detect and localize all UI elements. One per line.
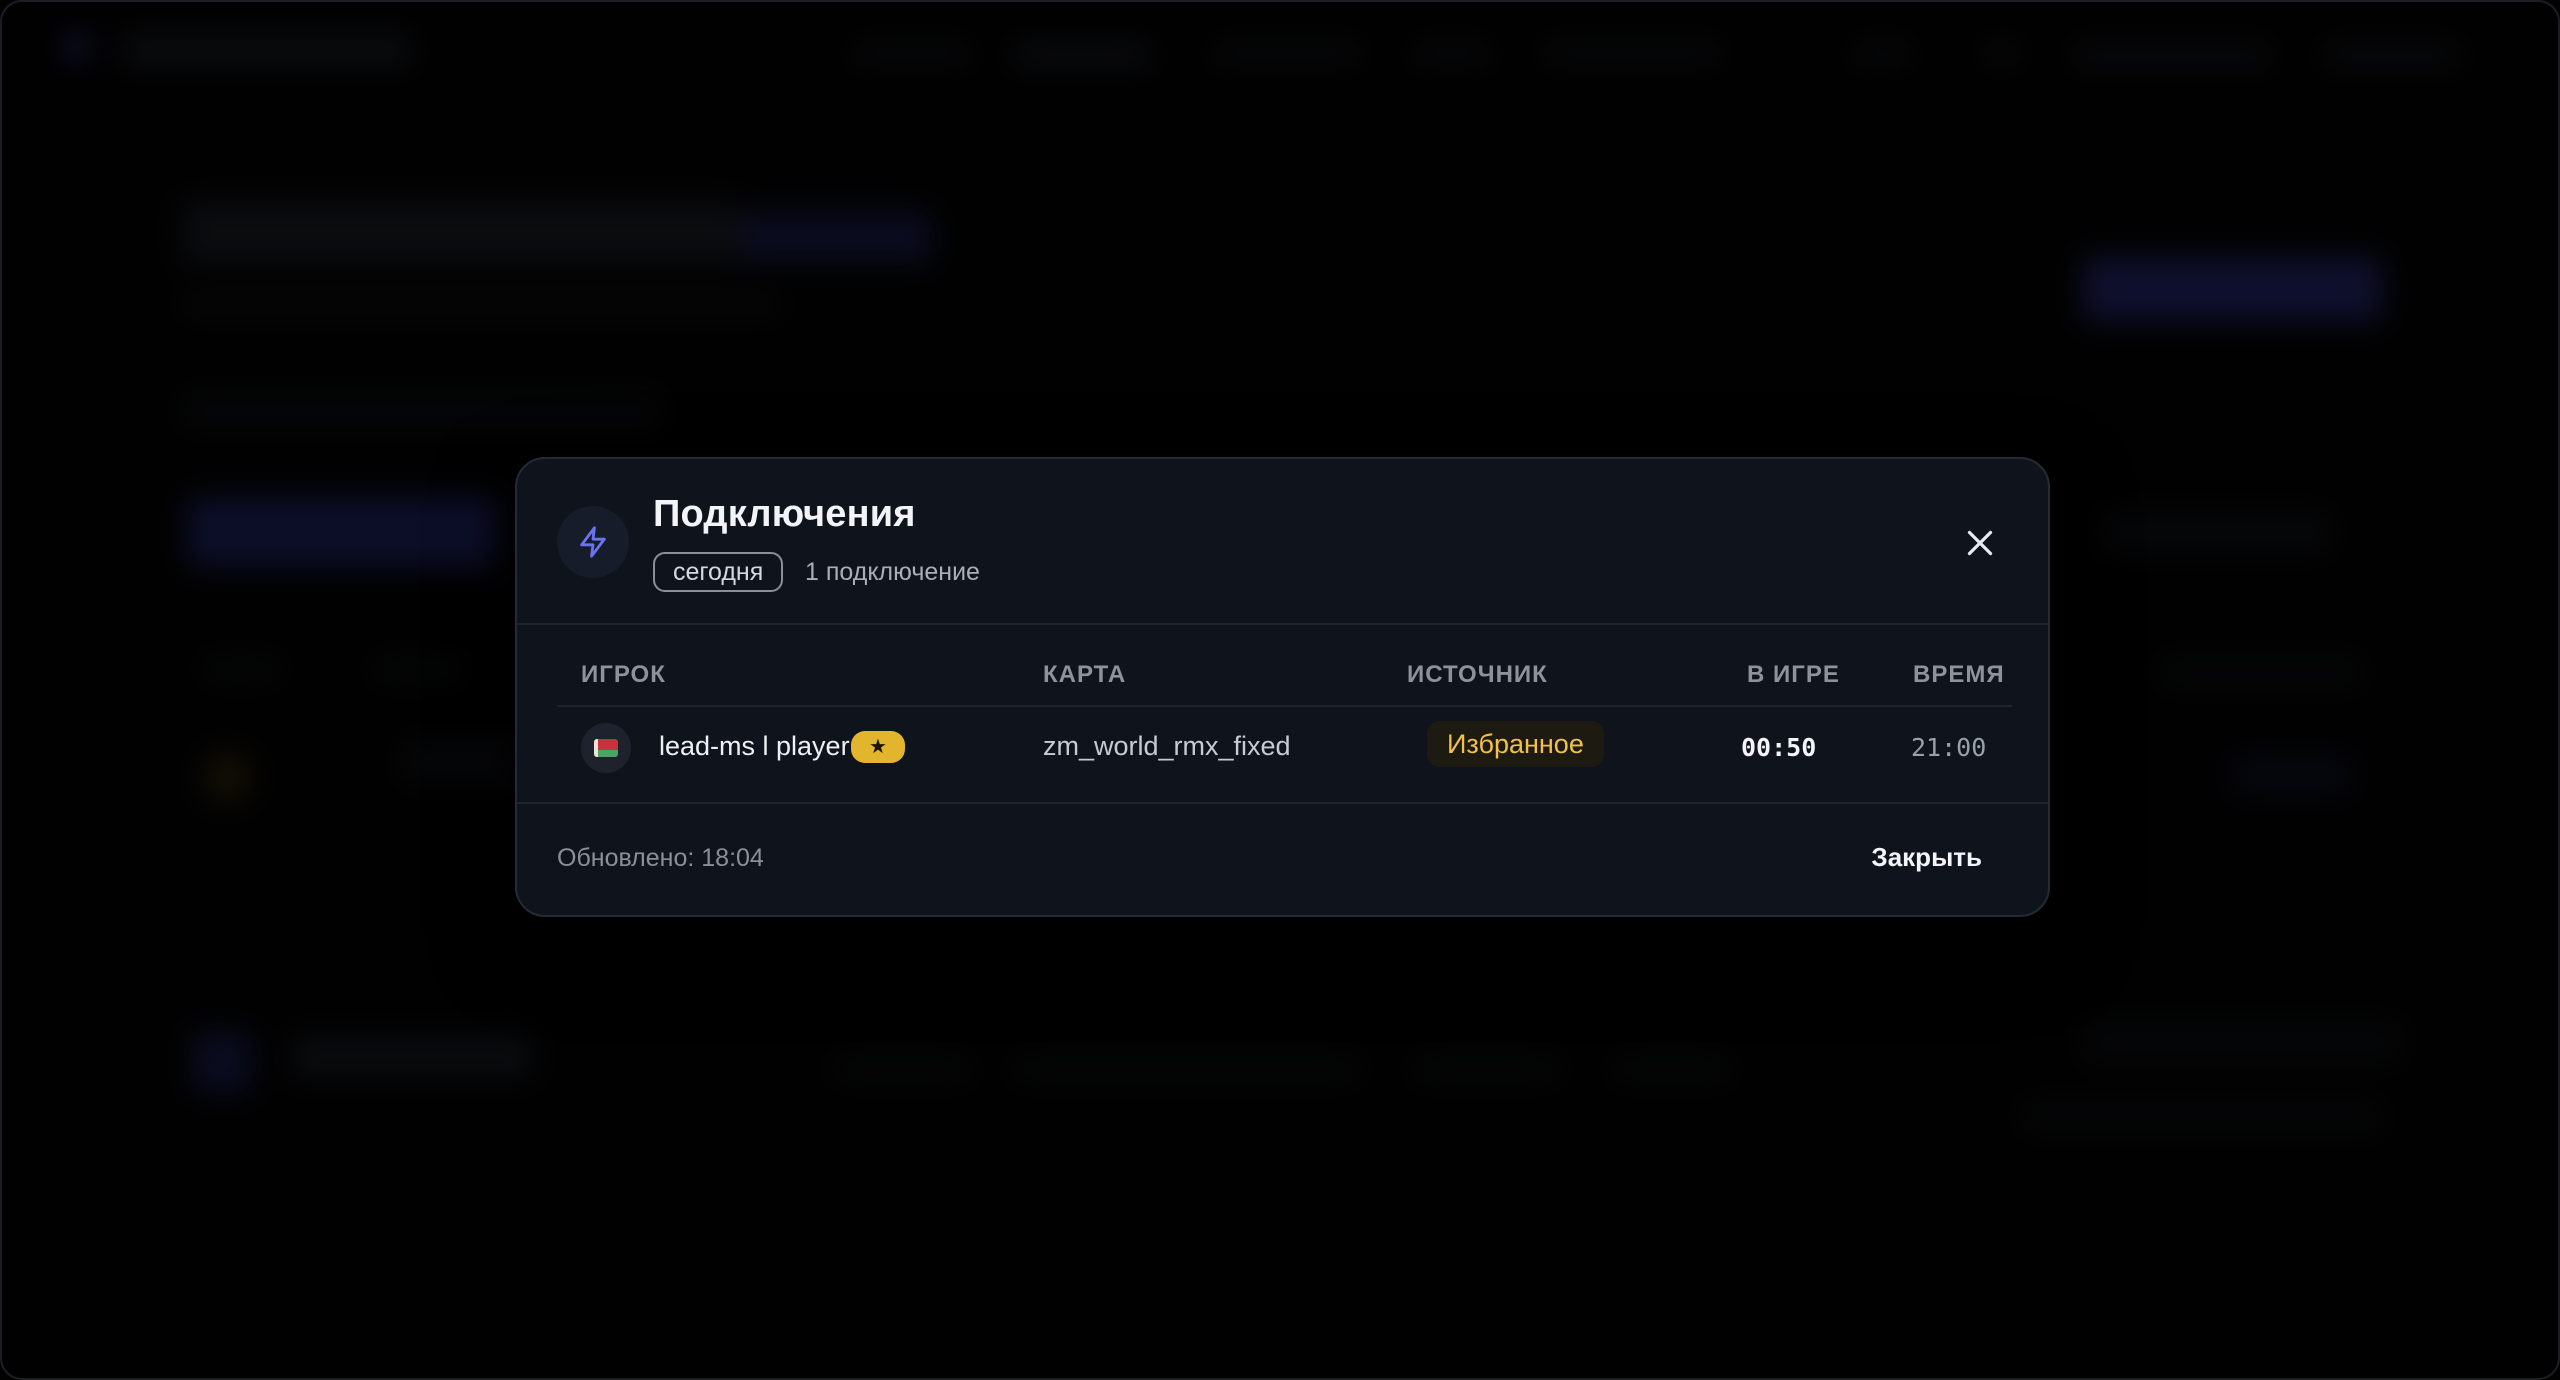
modal-header: Подключения сегодня 1 подключение bbox=[517, 459, 2048, 625]
connections-table: ИГРОК КАРТА ИСТОЧНИК В ИГРЕ ВРЕМЯ lead-m… bbox=[557, 627, 2012, 803]
date-filter-pill[interactable]: сегодня bbox=[653, 552, 784, 592]
player-name[interactable]: lead-ms l player bbox=[659, 731, 850, 762]
connections-count: 1 подключение bbox=[805, 558, 980, 586]
table-row[interactable]: lead-ms l player ★ zm_world_rmx_fixed Из… bbox=[557, 707, 2012, 803]
table-header: ИГРОК КАРТА ИСТОЧНИК В ИГРЕ ВРЕМЯ bbox=[557, 627, 2012, 707]
source-badge: Избранное bbox=[1427, 721, 1604, 767]
column-header-source[interactable]: ИСТОЧНИК bbox=[1407, 661, 1548, 689]
connection-time: 21:00 bbox=[1911, 733, 1987, 762]
close-button[interactable]: Закрыть bbox=[1871, 842, 1982, 873]
map-name: zm_world_rmx_fixed bbox=[1043, 731, 1291, 761]
app-window: Подключения сегодня 1 подключение ИГРОК … bbox=[0, 0, 2560, 1380]
modal-footer: Обновлено: 18:04 Закрыть bbox=[517, 802, 2048, 915]
column-header-player[interactable]: ИГРОК bbox=[581, 661, 666, 689]
belarus-flag-icon bbox=[581, 723, 631, 773]
updated-timestamp: Обновлено: 18:04 bbox=[557, 844, 764, 872]
modal-title: Подключения bbox=[653, 493, 916, 535]
column-header-in-game[interactable]: В ИГРЕ bbox=[1747, 661, 1840, 689]
close-icon[interactable] bbox=[1962, 525, 1998, 561]
column-header-map[interactable]: КАРТА bbox=[1043, 661, 1126, 689]
connections-modal: Подключения сегодня 1 подключение ИГРОК … bbox=[515, 457, 2050, 917]
bolt-icon bbox=[557, 506, 629, 578]
in-game-duration: 00:50 bbox=[1741, 733, 1817, 762]
favorite-star-badge: ★ bbox=[851, 731, 905, 763]
column-header-time[interactable]: ВРЕМЯ bbox=[1913, 661, 2005, 689]
